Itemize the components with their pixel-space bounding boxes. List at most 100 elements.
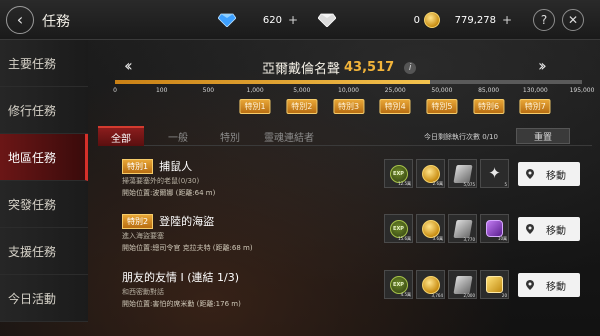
close-button[interactable]: ✕: [562, 9, 584, 31]
location-pin-icon: [526, 224, 534, 234]
reputation-tick-label: 1,000: [246, 87, 264, 94]
reward-amount: 3,770: [463, 237, 475, 242]
tab-soul-linker[interactable]: 靈魂連結者: [258, 126, 320, 146]
reputation-progress-fill: [115, 80, 430, 84]
sidebar-item-label: 地區任務: [8, 150, 57, 165]
reputation-tick-label: 25,000: [384, 87, 406, 94]
move-button[interactable]: 移動: [518, 217, 580, 241]
reward-slot[interactable]: 3,770: [448, 214, 477, 243]
next-region-button[interactable]: ››: [538, 56, 547, 75]
reputation-tick-label: 130,000: [522, 87, 548, 94]
move-button-label: 移動: [546, 170, 566, 182]
reputation-reward-badge[interactable]: 特別5: [426, 99, 458, 114]
move-button[interactable]: 移動: [518, 273, 580, 297]
quest-rewards: EXP 4.5萬 3,764 2,000 20: [384, 270, 509, 299]
reward-slot[interactable]: ✦ 5: [480, 159, 509, 188]
silver-gem-currency: 0 +: [318, 9, 436, 31]
gold-amount: 779,278: [454, 14, 496, 26]
location-pin-icon: [526, 280, 534, 290]
sidebar-item-region-quest[interactable]: 地區任務: [0, 134, 88, 181]
page-title: 任務: [42, 14, 70, 30]
help-button[interactable]: ?: [533, 9, 555, 31]
reward-slot[interactable]: 2.6萬: [416, 159, 445, 188]
top-bar: ‹ 任務 620 + 0 + 779,278 + ? ✕: [0, 0, 600, 40]
reward-slot[interactable]: 3,764: [416, 270, 445, 299]
sidebar: 主要任務 修行任務 地區任務 突發任務 支援任務 今日活動: [0, 40, 88, 336]
diamond-currency: 620 +: [218, 9, 298, 31]
move-button[interactable]: 移動: [518, 162, 580, 186]
reputation-reward-badge[interactable]: 特別7: [519, 99, 551, 114]
reputation-progress-track: [115, 80, 582, 84]
quest-tag: 特別1: [122, 158, 154, 174]
quest-row: 特別1 捕鼠人 掃蕩要塞外的老鼠(0/30) 開始位置:波爾娜 (距離:64 m) EX…: [122, 158, 592, 211]
reward-slot[interactable]: 10萬: [480, 214, 509, 243]
sidebar-item-sudden-quest[interactable]: 突發任務: [0, 181, 88, 228]
move-button-label: 移動: [546, 225, 566, 237]
reputation-tick-label: 100: [155, 87, 168, 94]
reward-slot[interactable]: 20: [480, 270, 509, 299]
reset-button[interactable]: 重置: [516, 128, 570, 144]
coin-icon: [421, 275, 440, 294]
quest-row: 特別2 登陸的海盜 進入海盜要塞 開始位置:總司令官 克拉夫特 (距離:68 m) EX…: [122, 213, 592, 266]
tab-all[interactable]: 全部: [98, 126, 144, 146]
sidebar-item-support-quest[interactable]: 支援任務: [0, 228, 88, 275]
reputation-reward-badge[interactable]: 特別1: [239, 99, 271, 114]
reward-slot[interactable]: 5,075: [448, 159, 477, 188]
book-icon: [452, 219, 473, 238]
yellow-item-icon: [486, 276, 503, 293]
sidebar-item-label: 支援任務: [8, 244, 57, 259]
reputation-name: 亞爾戴倫名聲: [262, 62, 341, 77]
star-icon: ✦: [488, 164, 501, 182]
book-icon: [452, 164, 473, 183]
reward-amount: 5,075: [463, 182, 475, 187]
sidebar-item-main-quest[interactable]: 主要任務: [0, 40, 88, 87]
back-button[interactable]: ‹: [6, 6, 34, 34]
book-icon: [452, 275, 473, 294]
sidebar-item-training-quest[interactable]: 修行任務: [0, 87, 88, 134]
coin-icon: [421, 219, 440, 238]
reputation-tick-label: 195,000: [569, 87, 595, 94]
diamond-add-button[interactable]: +: [288, 13, 298, 27]
reputation-tick-label: 5,000: [293, 87, 311, 94]
reward-amount: 20: [501, 293, 507, 298]
purple-item-icon: [486, 220, 503, 237]
silver-gem-amount: 0: [413, 14, 420, 26]
reward-slot[interactable]: EXP 15.6萬: [384, 214, 413, 243]
reputation-reward-badge[interactable]: 特別4: [379, 99, 411, 114]
sidebar-item-label: 主要任務: [8, 56, 57, 71]
reward-amount: 12.5萬: [398, 181, 411, 186]
exp-icon: EXP: [389, 219, 408, 238]
tab-normal[interactable]: 一般: [158, 126, 198, 146]
gold-currency: 779,278 +: [424, 9, 512, 31]
reward-slot[interactable]: 2,000: [448, 270, 477, 299]
quest-name: 捕鼠人: [159, 160, 193, 173]
quest-start-location: 開始位置:波爾娜 (距離:64 m): [122, 189, 216, 197]
silver-gem-icon: [318, 13, 336, 27]
reward-amount: 3.6萬: [432, 236, 443, 241]
quest-rewards: EXP 12.5萬 2.6萬 5,075 ✦ 5: [384, 159, 509, 188]
quest-start-location: 開始位置:害怕的席米勳 (距離:176 m): [122, 300, 241, 308]
sidebar-item-daily-event[interactable]: 今日活動: [0, 275, 88, 322]
location-pin-icon: [526, 169, 534, 179]
reward-slot[interactable]: EXP 4.5萬: [384, 270, 413, 299]
quest-start-location: 開始位置:總司令官 克拉夫特 (距離:68 m): [122, 244, 253, 252]
back-arrow-icon: ‹: [16, 10, 24, 29]
reputation-reward-badge[interactable]: 特別3: [332, 99, 365, 114]
reward-amount: 2,000: [463, 293, 475, 298]
coin-icon: [421, 164, 440, 183]
tab-special[interactable]: 特別: [210, 126, 250, 146]
info-icon[interactable]: i: [404, 61, 417, 74]
gold-coin-icon: [424, 12, 440, 28]
reward-amount: 5: [504, 182, 507, 187]
reward-amount: 3,764: [431, 293, 443, 298]
reputation-reward-badge[interactable]: 特別2: [286, 99, 318, 114]
gold-add-button[interactable]: +: [502, 13, 512, 27]
reward-slot[interactable]: 3.6萬: [416, 214, 445, 243]
reputation-reward-badge[interactable]: 特別6: [473, 99, 505, 114]
reward-slot[interactable]: EXP 12.5萬: [384, 159, 413, 188]
prev-region-button[interactable]: ‹‹: [124, 56, 133, 75]
diamond-amount: 620: [262, 14, 282, 26]
sidebar-item-label: 修行任務: [8, 103, 57, 118]
reputation-tick-label: 10,000: [338, 87, 359, 94]
reward-amount: 10萬: [497, 236, 507, 241]
